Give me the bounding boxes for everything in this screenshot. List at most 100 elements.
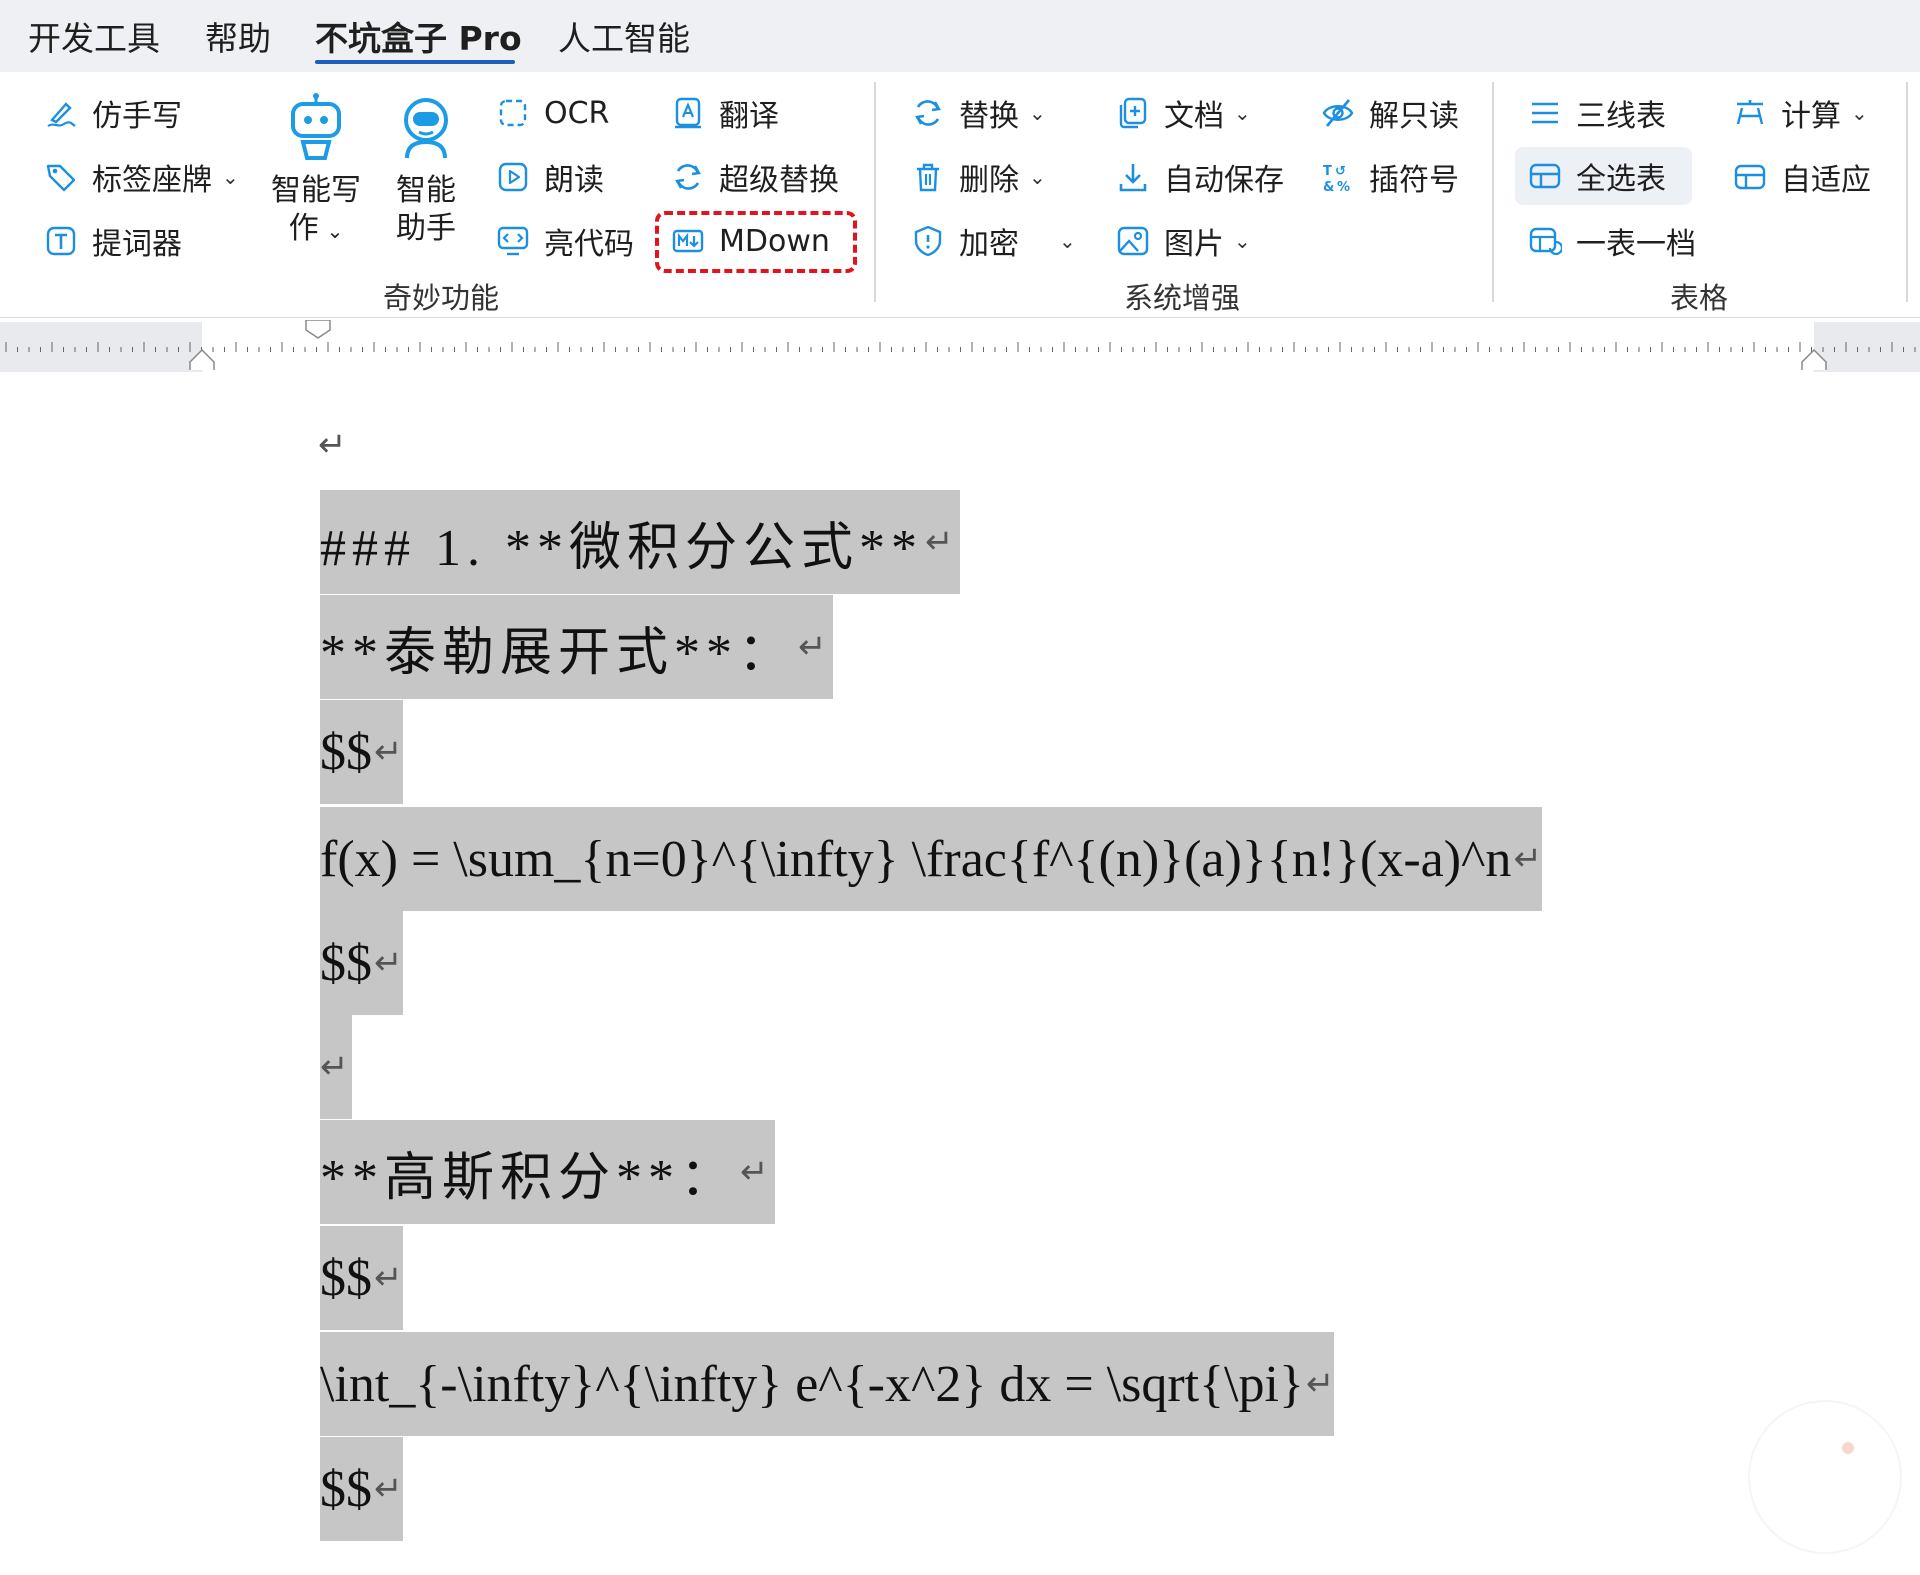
svg-text:↺: ↺	[1335, 164, 1346, 179]
code-monitor-icon	[490, 218, 536, 264]
table-export-icon	[1522, 218, 1568, 264]
scan-frame-icon	[490, 90, 536, 136]
doc-line-math-close[interactable]: $$ ↵	[320, 1437, 403, 1541]
ruler-markers	[189, 320, 1827, 370]
ocr-button[interactable]: OCR	[490, 88, 609, 138]
doc-line-text: \int_{-\infty}^{\infty} e^{-x^2} dx = \s…	[320, 1355, 1304, 1413]
read-aloud-button[interactable]: 朗读	[490, 152, 604, 202]
read-aloud-label: 朗读	[544, 163, 604, 198]
autosave-button[interactable]: 自动保存	[1110, 152, 1284, 202]
group-label-table: 表格	[1670, 281, 1729, 315]
calculate-icon	[1727, 90, 1773, 136]
symbol-icon: T ↺ &%	[1315, 154, 1361, 200]
chevron-down-icon: ⌄	[1059, 229, 1076, 253]
paragraph-mark: ↵	[1513, 839, 1542, 879]
mdown-highlight-frame	[655, 211, 857, 273]
replace-button[interactable]: 替换 ⌄	[905, 88, 1046, 138]
trash-icon	[905, 154, 951, 200]
unlock-readonly-button[interactable]: 解只读	[1315, 88, 1459, 138]
doc-line-text: **高斯积分**：	[320, 1149, 739, 1207]
doc-line-math-open[interactable]: $$ ↵	[320, 700, 403, 804]
paragraph-mark: ↵	[925, 522, 960, 562]
highlight-code-button[interactable]: 亮代码	[490, 216, 634, 266]
encrypt-button[interactable]: 加密 ⌄	[905, 216, 1076, 266]
tab-help[interactable]: 帮助	[205, 12, 271, 60]
imitate-handwriting-button[interactable]: 仿手写	[38, 88, 182, 138]
calculate-button[interactable]: 计算 ⌄	[1727, 88, 1868, 138]
insert-symbol-button[interactable]: T ↺ &% 插符号	[1315, 152, 1459, 202]
paragraph-mark: ↵	[374, 1258, 403, 1298]
replace-label: 替换	[959, 99, 1019, 134]
smart-assistant-label-line1: 智能	[396, 173, 456, 208]
label-nameplate-label: 标签座牌	[92, 163, 212, 198]
image-label: 图片	[1164, 227, 1224, 262]
delete-label: 删除	[959, 163, 1019, 198]
delete-button[interactable]: 删除 ⌄	[905, 152, 1046, 202]
doc-line-taylor-formula[interactable]: f(x) = \sum_{n=0}^{\infty} \frac{f^{(n)}…	[320, 807, 1542, 911]
imitate-handwriting-label: 仿手写	[92, 99, 182, 134]
doc-line-empty[interactable]: ↵	[320, 1015, 352, 1119]
doc-line-text: **泰勒展开式**：	[320, 624, 797, 682]
table-icon	[1522, 153, 1568, 199]
select-all-tables-button[interactable]: 全选表	[1515, 147, 1692, 205]
tab-bukeng-box-pro[interactable]: 不坑盒子 Pro	[315, 12, 522, 60]
smart-writing-label-line2: 作 ⌄	[288, 211, 344, 246]
chevron-down-icon: ⌄	[326, 219, 344, 243]
teleprompter-label: 提词器	[92, 227, 182, 262]
chevron-down-icon: ⌄	[1029, 165, 1046, 189]
watermark-logo	[1748, 1400, 1902, 1554]
three-line-table-button[interactable]: 三线表	[1522, 88, 1666, 138]
menu-bar: 开发工具 帮助 不坑盒子 Pro 人工智能	[0, 0, 1920, 72]
chevron-down-icon: ⌄	[1234, 101, 1251, 125]
doc-line-gauss-formula[interactable]: \int_{-\infty}^{\infty} e^{-x^2} dx = \s…	[320, 1332, 1335, 1436]
group-separator	[1906, 82, 1908, 302]
paragraph-mark: ↵	[374, 1469, 403, 1509]
paragraph-mark: ↵	[1305, 1364, 1335, 1404]
chevron-down-icon: ⌄	[1234, 229, 1251, 253]
highlight-code-label: 亮代码	[544, 227, 634, 262]
paragraph-mark: ↵	[374, 732, 403, 772]
paragraph-mark: ↵	[798, 627, 833, 667]
document-add-icon	[1110, 90, 1156, 136]
super-replace-button[interactable]: 超级替换	[665, 152, 839, 202]
chevron-down-icon: ⌄	[1851, 101, 1868, 125]
one-table-per-file-button[interactable]: 一表一档	[1522, 216, 1696, 266]
paragraph-mark: ↵	[320, 1047, 349, 1087]
table-autofit-icon	[1727, 154, 1773, 200]
group-separator	[874, 82, 876, 302]
smart-assistant-button[interactable]: 智能 助手	[378, 92, 474, 248]
select-all-tables-label: 全选表	[1576, 162, 1666, 197]
paragraph-mark: ↵	[740, 1152, 775, 1192]
watermark-dot	[1842, 1442, 1854, 1454]
smart-writing-button[interactable]: 智能写 作 ⌄	[268, 92, 364, 250]
doc-line-gauss-title[interactable]: **高斯积分**： ↵	[320, 1120, 775, 1224]
chevron-down-icon: ⌄	[1029, 101, 1046, 125]
label-nameplate-button[interactable]: 标签座牌 ⌄	[38, 152, 239, 202]
refresh-arrows-icon	[665, 154, 711, 200]
super-replace-label: 超级替换	[719, 163, 839, 198]
image-button[interactable]: 图片 ⌄	[1110, 216, 1251, 266]
doc-line-text: $$	[320, 934, 372, 992]
download-icon	[1110, 154, 1156, 200]
tab-ai[interactable]: 人工智能	[558, 12, 690, 60]
doc-line-math-open[interactable]: $$ ↵	[320, 1226, 403, 1330]
group-label-system: 系统增强	[1124, 281, 1241, 315]
doc-line-text: $$	[320, 1249, 372, 1307]
right-indent-marker	[1801, 348, 1827, 370]
document-button[interactable]: 文档 ⌄	[1110, 88, 1251, 138]
doc-line-taylor-title[interactable]: **泰勒展开式**： ↵	[320, 595, 833, 699]
astronaut-assistant-icon	[391, 92, 461, 172]
autofit-button[interactable]: 自适应	[1727, 152, 1871, 202]
teleprompter-button[interactable]: 提词器	[38, 216, 182, 266]
image-icon	[1110, 218, 1156, 264]
translate-label: 翻译	[719, 99, 779, 134]
translate-button[interactable]: 翻译	[665, 88, 779, 138]
tab-developer-tools[interactable]: 开发工具	[28, 12, 160, 60]
horizontal-ruler[interactable]	[0, 320, 1920, 372]
three-lines-icon	[1522, 90, 1568, 136]
doc-line-heading[interactable]: ### 1. **微积分公式** ↵	[320, 490, 960, 594]
one-table-per-file-label: 一表一档	[1576, 227, 1696, 262]
ocr-label: OCR	[544, 95, 610, 131]
doc-line-math-close[interactable]: $$ ↵	[320, 911, 403, 1015]
group-label-wonder: 奇妙功能	[383, 281, 500, 315]
